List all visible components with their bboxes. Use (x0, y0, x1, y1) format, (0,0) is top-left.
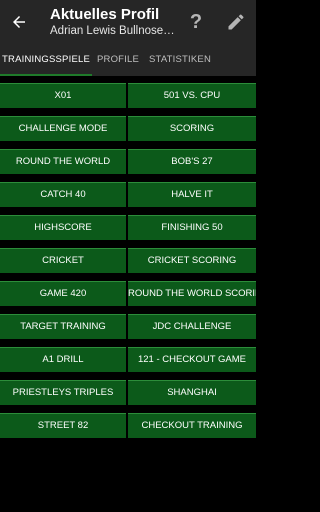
game-button[interactable]: HALVE IT (128, 182, 256, 207)
game-button[interactable]: ROUND THE WORLD (0, 149, 126, 174)
tab-indicator (0, 74, 92, 76)
game-row: GAME 420 ROUND THE WORLD SCORING (0, 281, 256, 306)
game-row: TARGET TRAINING JDC CHALLENGE (0, 314, 256, 339)
game-button[interactable]: PRIESTLEYS TRIPLES (0, 380, 126, 405)
game-row: PRIESTLEYS TRIPLES SHANGHAI (0, 380, 256, 405)
page-title: Aktuelles Profil (50, 6, 160, 23)
back-arrow-icon (13, 16, 25, 28)
game-row: CHALLENGE MODE SCORING (0, 116, 256, 141)
app-bar: Aktuelles Profil Adrian Lewis Bullnose… … (0, 0, 256, 46)
game-button[interactable]: ROUND THE WORLD SCORING (128, 281, 256, 306)
profile-name: Adrian Lewis Bullnose… (50, 25, 175, 37)
tab-trainingsspiele[interactable]: TRAININGSSPIELE (0, 46, 92, 76)
game-button[interactable]: CHECKOUT TRAINING (128, 413, 256, 438)
tab-bar: TRAININGSSPIELE PROFILE STATISTIKEN (0, 46, 256, 76)
game-button[interactable]: TARGET TRAINING (0, 314, 126, 339)
help-icon: ? (189, 11, 203, 33)
game-row: HIGHSCORE FINISHING 50 (0, 215, 256, 240)
app-screen: Aktuelles Profil Adrian Lewis Bullnose… … (0, 0, 256, 512)
tab-profile[interactable]: PROFILE (92, 46, 144, 76)
tab-label: PROFILE (96, 54, 140, 65)
tab-label: STATISTIKEN (148, 54, 212, 65)
game-row: A1 DRILL 121 - CHECKOUT GAME (0, 347, 256, 372)
game-row: ROUND THE WORLD BOB'S 27 (0, 149, 256, 174)
edit-button[interactable] (224, 10, 248, 34)
game-button[interactable]: CHALLENGE MODE (0, 116, 126, 141)
game-button[interactable]: A1 DRILL (0, 347, 126, 372)
game-button[interactable]: JDC CHALLENGE (128, 314, 256, 339)
game-row: X01 501 VS. CPU (0, 83, 256, 108)
game-button[interactable]: GAME 420 (0, 281, 126, 306)
game-button[interactable]: STREET 82 (0, 413, 126, 438)
game-row: CATCH 40 HALVE IT (0, 182, 256, 207)
game-row: CRICKET CRICKET SCORING (0, 248, 256, 273)
game-button[interactable]: FINISHING 50 (128, 215, 256, 240)
game-button[interactable]: SHANGHAI (128, 380, 256, 405)
edit-pencil-icon (228, 14, 244, 30)
game-row: STREET 82 CHECKOUT TRAINING (0, 413, 256, 438)
game-button[interactable]: HIGHSCORE (0, 215, 126, 240)
game-button[interactable]: X01 (0, 83, 126, 108)
game-button[interactable]: SCORING (128, 116, 256, 141)
help-button[interactable]: ? (184, 10, 208, 34)
tab-statistiken[interactable]: STATISTIKEN (144, 46, 216, 76)
game-button[interactable]: CRICKET SCORING (128, 248, 256, 273)
game-button[interactable]: CRICKET (0, 248, 126, 273)
game-button[interactable]: CATCH 40 (0, 182, 126, 207)
back-button[interactable] (6, 9, 32, 35)
game-button[interactable]: BOB'S 27 (128, 149, 256, 174)
tab-label: TRAININGSSPIELE (2, 54, 90, 65)
game-button[interactable]: 501 VS. CPU (128, 83, 256, 108)
game-button[interactable]: 121 - CHECKOUT GAME (128, 347, 256, 372)
